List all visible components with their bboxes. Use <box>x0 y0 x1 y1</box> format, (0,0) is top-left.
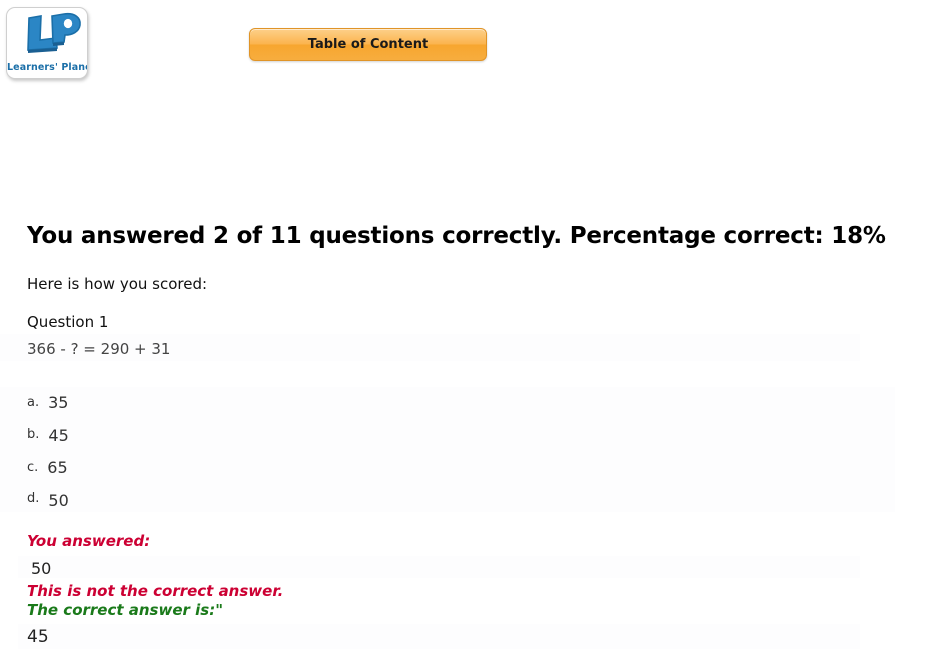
scored-intro-text: Here is how you scored: <box>27 275 208 293</box>
option-value-d: 50 <box>48 491 69 510</box>
option-value-c: 65 <box>47 458 68 477</box>
you-answered-label: You answered: <box>27 532 151 550</box>
option-letter-a: a. <box>27 395 40 410</box>
correct-answer-value: 45 <box>27 627 49 647</box>
correct-answer-label: The correct answer is:" <box>27 601 224 619</box>
option-value-a: 35 <box>48 393 69 412</box>
user-answer-panel <box>18 556 860 578</box>
table-of-content-button[interactable]: Table of Content <box>249 28 487 61</box>
user-answer-value: 50 <box>31 559 52 578</box>
option-letter-c: c. <box>27 460 39 475</box>
option-row-d[interactable]: d. 50 <box>27 491 69 510</box>
option-letter-b: b. <box>27 427 40 442</box>
option-row-c[interactable]: c. 65 <box>27 458 68 477</box>
options-panel <box>0 387 895 512</box>
learners-planet-logo[interactable]: Learners' Planet <box>6 7 88 79</box>
score-heading: You answered 2 of 11 questions correctly… <box>27 223 886 249</box>
option-letter-d: d. <box>27 491 40 506</box>
incorrect-message: This is not the correct answer. <box>27 582 284 600</box>
correct-answer-panel <box>18 624 860 649</box>
question-number-label: Question 1 <box>27 313 109 331</box>
option-row-a[interactable]: a. 35 <box>27 393 68 412</box>
question-text: 366 - ? = 290 + 31 <box>27 340 171 358</box>
logo-caption: Learners' Planet <box>7 62 88 73</box>
option-value-b: 45 <box>48 426 69 445</box>
page-header: Learners' Planet Table of Content <box>0 0 946 95</box>
lp-monogram-icon <box>27 12 81 53</box>
option-row-b[interactable]: b. 45 <box>27 426 69 445</box>
